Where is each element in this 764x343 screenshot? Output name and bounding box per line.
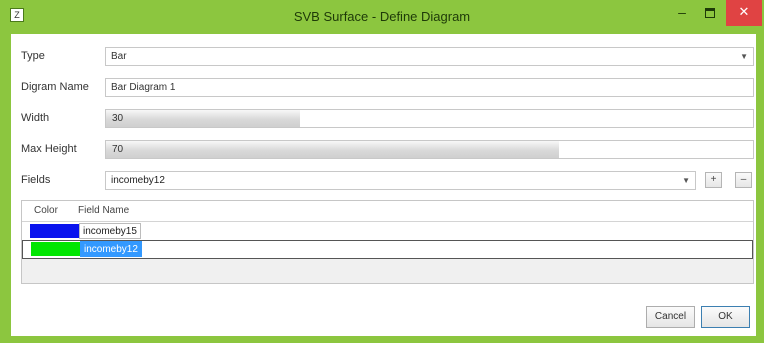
ok-button[interactable]: OK — [701, 306, 750, 328]
dialog-body: Type Bar ▼ Digram Name Bar Diagram 1 Wid… — [11, 34, 756, 336]
table-row[interactable]: incomeby15 — [22, 222, 753, 241]
type-value: Bar — [111, 51, 127, 62]
grid-header: Color Field Name — [22, 201, 753, 222]
chevron-down-icon: ▼ — [682, 176, 690, 185]
width-label: Width — [21, 112, 50, 124]
max-height-slider-fill — [106, 141, 559, 158]
table-row[interactable]: incomeby12 — [22, 240, 753, 259]
color-swatch[interactable] — [31, 242, 81, 256]
fields-value: incomeby12 — [111, 175, 165, 186]
width-value: 30 — [112, 113, 124, 124]
type-dropdown[interactable]: Bar ▼ — [105, 47, 754, 66]
maximize-button[interactable] — [696, 0, 724, 26]
field-name-cell[interactable]: incomeby12 — [80, 241, 142, 257]
max-height-value: 70 — [112, 144, 124, 155]
fields-dropdown[interactable]: incomeby12 ▼ — [105, 171, 696, 190]
field-name-column-header[interactable]: Field Name — [78, 205, 129, 216]
diagram-name-label: Digram Name — [21, 81, 89, 93]
define-diagram-window: Z SVB Surface - Define Diagram – ✕ Type … — [0, 0, 764, 343]
color-column-header[interactable]: Color — [34, 205, 58, 216]
width-slider[interactable]: 30 — [105, 109, 754, 128]
type-label: Type — [21, 50, 45, 62]
remove-field-button[interactable]: – — [735, 172, 752, 188]
field-name-cell[interactable]: incomeby15 — [79, 223, 141, 239]
chevron-down-icon: ▼ — [740, 52, 748, 61]
cancel-button[interactable]: Cancel — [646, 306, 695, 328]
width-slider-fill — [106, 110, 300, 127]
maximize-icon — [705, 8, 715, 19]
window-title: SVB Surface - Define Diagram — [293, 9, 471, 24]
fields-grid: Color Field Name incomeby15 incomeby12 — [21, 200, 754, 284]
close-button[interactable]: ✕ — [726, 0, 762, 26]
diagram-name-input[interactable]: Bar Diagram 1 — [105, 78, 754, 97]
add-field-button[interactable]: + — [705, 172, 722, 188]
max-height-slider[interactable]: 70 — [105, 140, 754, 159]
minimize-button[interactable]: – — [668, 0, 696, 26]
fields-label: Fields — [21, 174, 51, 186]
max-height-label: Max Height — [21, 143, 77, 155]
title-bar[interactable]: Z SVB Surface - Define Diagram – ✕ — [0, 0, 764, 34]
color-swatch[interactable] — [30, 224, 80, 238]
